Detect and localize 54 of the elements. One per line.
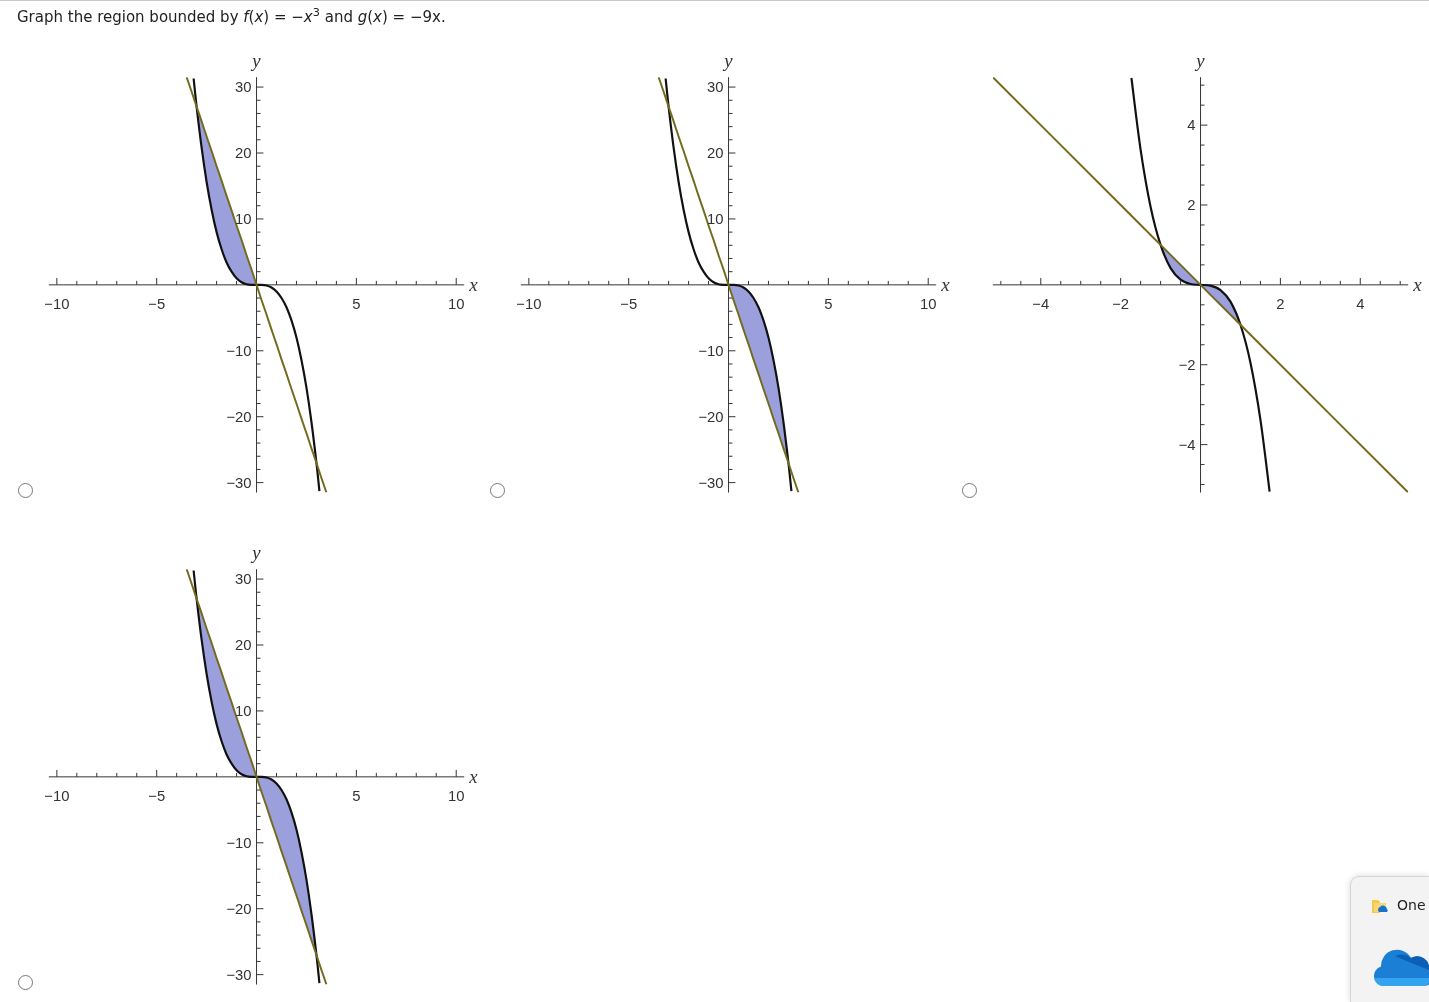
tick-label: 5 — [352, 295, 361, 312]
tick-label: −20 — [698, 408, 724, 425]
tick-label: 20 — [235, 636, 252, 653]
tick-label: 2 — [1276, 295, 1285, 312]
tick-label: −2 — [1112, 295, 1130, 312]
tick-label: −5 — [620, 295, 638, 312]
tick-label: 30 — [707, 79, 724, 95]
axis-label: x — [469, 765, 478, 787]
tick-label: 2 — [1187, 196, 1196, 213]
tick-label: −30 — [226, 966, 252, 983]
tick-label: 20 — [707, 144, 724, 161]
tick-label: 10 — [707, 210, 724, 227]
tick-label: −4 — [1032, 295, 1050, 312]
tick-label: 4 — [1187, 117, 1196, 134]
tick-label: 10 — [447, 295, 465, 312]
tick-label: −30 — [226, 474, 252, 491]
tick-label: −10 — [226, 342, 252, 359]
tick-label: 20 — [235, 144, 252, 161]
tick-label: 5 — [352, 787, 361, 804]
option-radio[interactable] — [18, 975, 33, 990]
tick-label: 5 — [824, 295, 833, 312]
option-radio[interactable] — [490, 483, 505, 498]
tick-label: 30 — [235, 571, 252, 587]
tick-label: −20 — [226, 900, 252, 917]
tick-label: −5 — [148, 787, 166, 804]
tick-label: 4 — [1356, 295, 1365, 312]
line-series — [1130, 77, 1271, 493]
tick-label: 30 — [235, 79, 252, 95]
tick-label: 10 — [447, 787, 465, 804]
question-text: Graph the region bounded by f(x) = −x$^{3}$ and g(x) = −9x. — [16, 5, 447, 28]
notification-title: One — [1397, 896, 1426, 915]
axis-label: y — [252, 542, 261, 564]
axis-label: x — [469, 273, 478, 295]
line-series — [992, 77, 1409, 493]
axis-label: x — [941, 273, 950, 295]
tick-label: −4 — [1178, 436, 1196, 453]
axis-label: y — [1196, 50, 1205, 72]
tick-label: 10 — [235, 702, 252, 719]
tick-label: −10 — [698, 342, 724, 359]
tick-label: −10 — [44, 295, 70, 312]
tick-label: −10 — [516, 295, 542, 312]
tick-label: −2 — [1178, 356, 1196, 373]
tick-label: −20 — [226, 408, 252, 425]
tick-label: 10 — [919, 295, 937, 312]
tick-label: −5 — [148, 295, 166, 312]
tick-label: −10 — [44, 787, 70, 804]
tick-label: −10 — [226, 834, 252, 851]
axis-label: y — [252, 50, 261, 72]
axis-label: y — [724, 50, 733, 72]
option-radio[interactable] — [962, 483, 977, 498]
axis-label: x — [1413, 273, 1422, 295]
option-radio[interactable] — [18, 483, 33, 498]
tick-label: −30 — [698, 474, 724, 491]
tick-label: 10 — [235, 210, 252, 227]
